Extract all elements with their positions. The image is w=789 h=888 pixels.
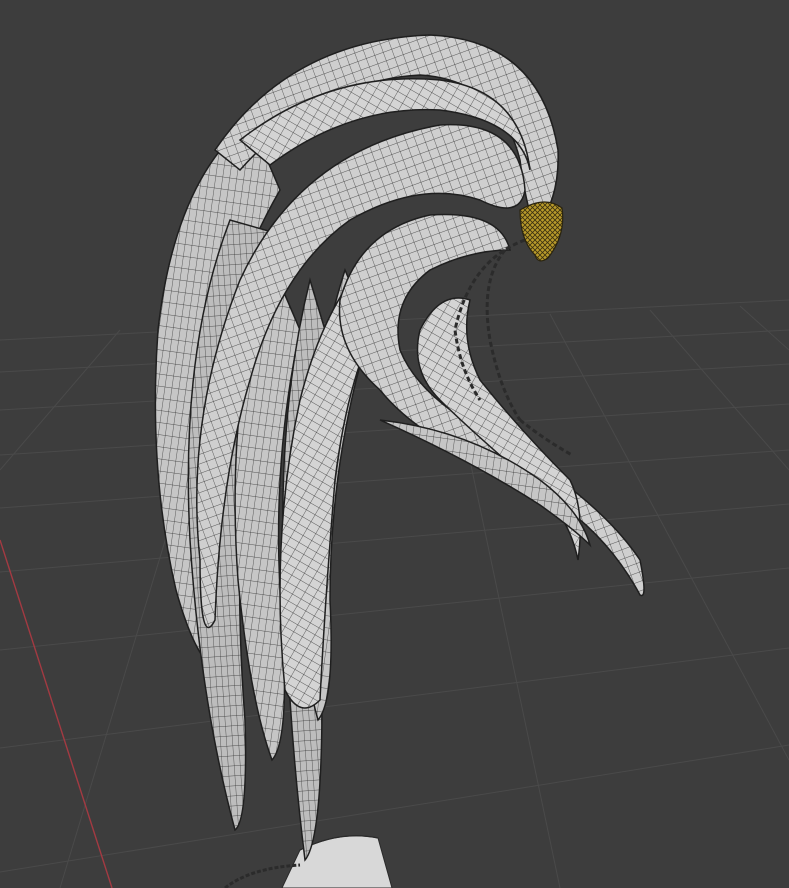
- viewport-canvas[interactable]: [0, 0, 789, 888]
- x-axis-line: [0, 539, 113, 888]
- hair-mesh[interactable]: [154, 34, 645, 862]
- gold-ornament[interactable]: [519, 201, 564, 262]
- 3d-viewport[interactable]: [0, 0, 789, 888]
